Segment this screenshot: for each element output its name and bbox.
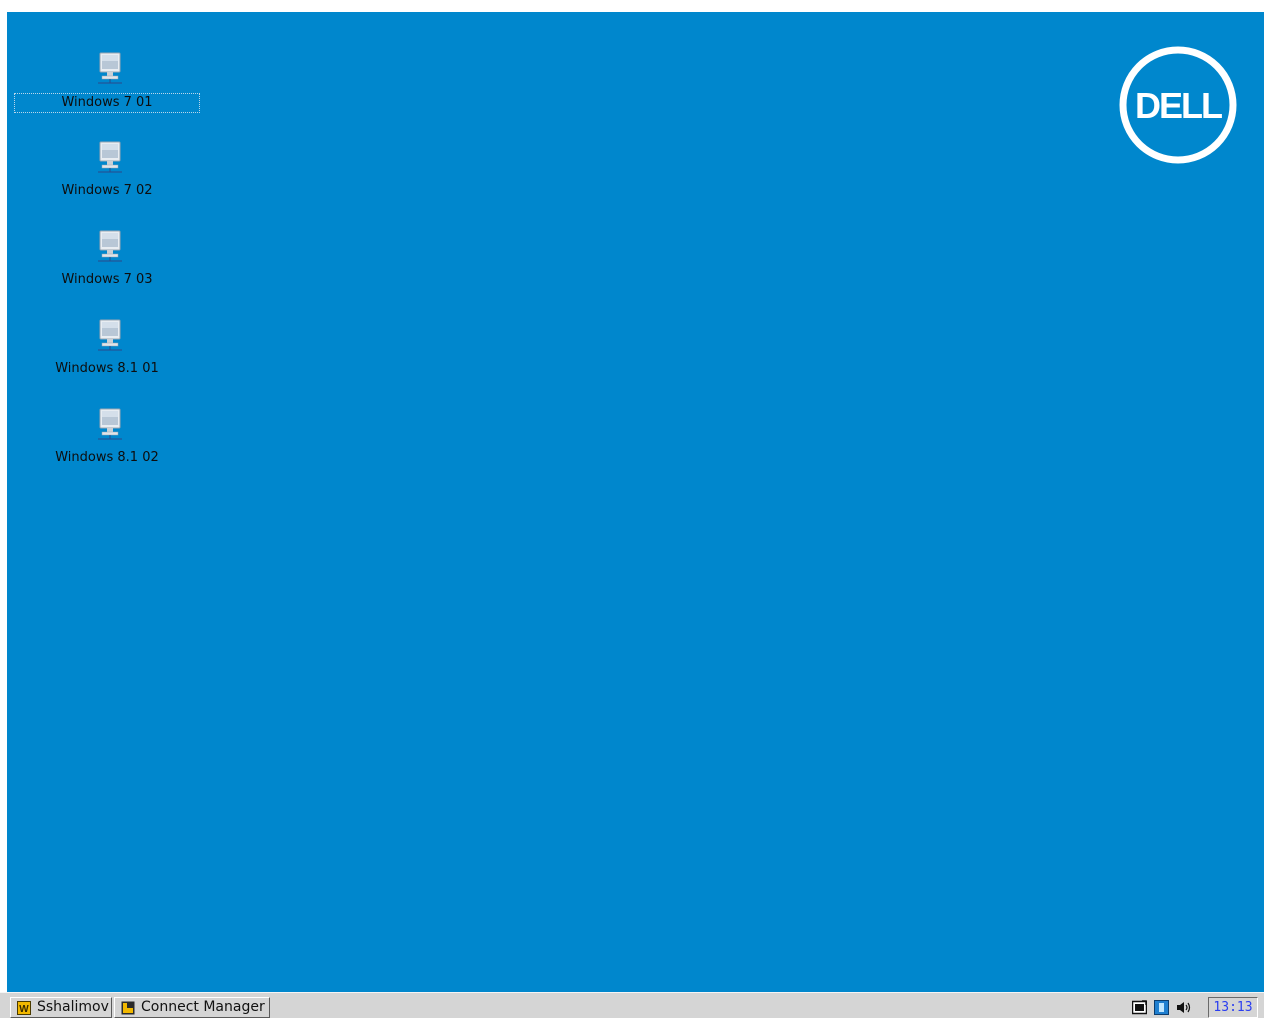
computer-icon: [98, 319, 122, 351]
desktop-icon-label: Windows 8.1 02: [55, 450, 159, 465]
svg-text:DELL: DELL: [1135, 85, 1222, 126]
desktop-icon-label: Windows 8.1 01: [55, 361, 159, 376]
taskbar-button-connect-manager[interactable]: Connect Manager: [114, 997, 270, 1018]
taskbar-button-sshalimov[interactable]: W Sshalimov: [10, 997, 112, 1018]
clock[interactable]: 13:13: [1208, 997, 1258, 1018]
desktop-icon-windows-7-03[interactable]: Windows 7 03: [14, 230, 200, 310]
computer-icon: [98, 230, 122, 262]
screen: Windows 7 01 Windows 7 02 Windows 7 03 W…: [0, 0, 1264, 1018]
svg-text:W: W: [19, 1004, 29, 1015]
desktop-icon-label: Windows 7 03: [61, 272, 153, 287]
display-icon[interactable]: [1132, 1000, 1147, 1015]
computer-icon: [98, 52, 122, 84]
taskbar: W Sshalimov Connect Manager 13:13: [0, 992, 1264, 1018]
dell-logo: DELL: [1119, 46, 1237, 164]
desktop-icon-windows-8-1-02[interactable]: Windows 8.1 02: [14, 408, 200, 488]
system-tray: 13:13: [1132, 997, 1258, 1018]
desktop-icon-windows-8-1-01[interactable]: Windows 8.1 01: [14, 319, 200, 399]
desktop-icon-label: Windows 7 01: [14, 93, 200, 113]
user-icon: W: [17, 1001, 31, 1015]
volume-icon[interactable]: [1176, 1000, 1191, 1015]
desktop-icon-windows-7-02[interactable]: Windows 7 02: [14, 141, 200, 221]
taskbar-button-label: Sshalimov: [37, 999, 109, 1015]
computer-icon: [98, 408, 122, 440]
desktop-icon-label: Windows 7 02: [61, 183, 153, 198]
taskbar-button-label: Connect Manager: [141, 999, 265, 1015]
computer-icon: [98, 141, 122, 173]
network-icon[interactable]: [1154, 1000, 1169, 1015]
connect-manager-icon: [121, 1001, 135, 1015]
desktop[interactable]: Windows 7 01 Windows 7 02 Windows 7 03 W…: [7, 12, 1264, 992]
desktop-icon-windows-7-01[interactable]: Windows 7 01: [14, 52, 200, 132]
